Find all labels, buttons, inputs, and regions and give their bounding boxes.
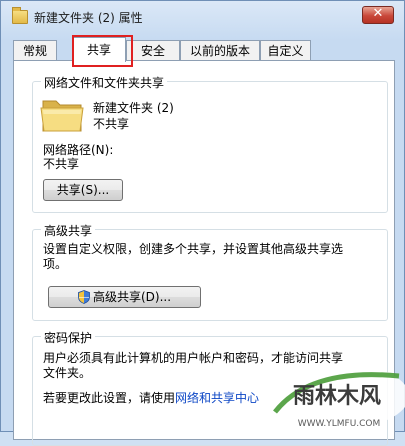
advanced-sharing-desc-1: 设置自定义权限，创建多个共享，并设置其他高级共享选 (43, 242, 344, 256)
title-bar[interactable]: 新建文件夹 (2) 属性 ✕ (1, 1, 404, 33)
share-button[interactable]: 共享(S)... (43, 179, 123, 201)
folder-share-status: 不共享 (93, 117, 130, 131)
tab-general[interactable]: 常规 (13, 40, 57, 61)
tab-security[interactable]: 安全 (126, 40, 180, 61)
advanced-sharing-button-label: 高级共享(D)... (92, 290, 172, 304)
tab-strip: 常规 共享 安全 以前的版本 自定义 (13, 37, 399, 62)
watermark-url: WWW.YLMFU.COM (298, 419, 381, 429)
advanced-sharing-heading: 高级共享 (41, 222, 96, 239)
tab-previous-versions[interactable]: 以前的版本 (180, 40, 260, 61)
watermark-brand: 雨林木风 (293, 384, 381, 409)
password-protection-heading: 密码保护 (41, 329, 96, 346)
tab-customize[interactable]: 自定义 (260, 40, 311, 61)
uac-shield-icon (78, 290, 90, 304)
folder-icon (12, 7, 28, 24)
network-sharing-heading: 网络文件和文件夹共享 (41, 74, 168, 91)
change-setting-prefix: 若要更改此设置，请使用 (43, 391, 176, 405)
window-title: 新建文件夹 (2) 属性 (34, 11, 143, 25)
tab-sharing[interactable]: 共享 (72, 37, 126, 62)
network-path-value: 不共享 (43, 157, 80, 171)
password-desc-2: 文件夹。 (43, 366, 92, 380)
folder-icon (40, 100, 84, 132)
properties-window: 新建文件夹 (2) 属性 ✕ 常规 共享 安全 以前的版本 自定义 网络文件和文… (0, 0, 405, 446)
change-setting-text: 若要更改此设置，请使用网络和共享中心 (43, 389, 259, 406)
close-icon: ✕ (372, 6, 384, 21)
close-button[interactable]: ✕ (362, 6, 394, 24)
folder-name: 新建文件夹 (2) (93, 101, 174, 115)
network-sharing-center-link[interactable]: 网络和共享中心 (175, 391, 259, 405)
watermark-logo: 雨林木风 WWW.YLMFU.COM (269, 366, 405, 429)
advanced-sharing-button[interactable]: 高级共享(D)... (48, 286, 201, 308)
advanced-sharing-desc-2: 项。 (43, 257, 68, 271)
